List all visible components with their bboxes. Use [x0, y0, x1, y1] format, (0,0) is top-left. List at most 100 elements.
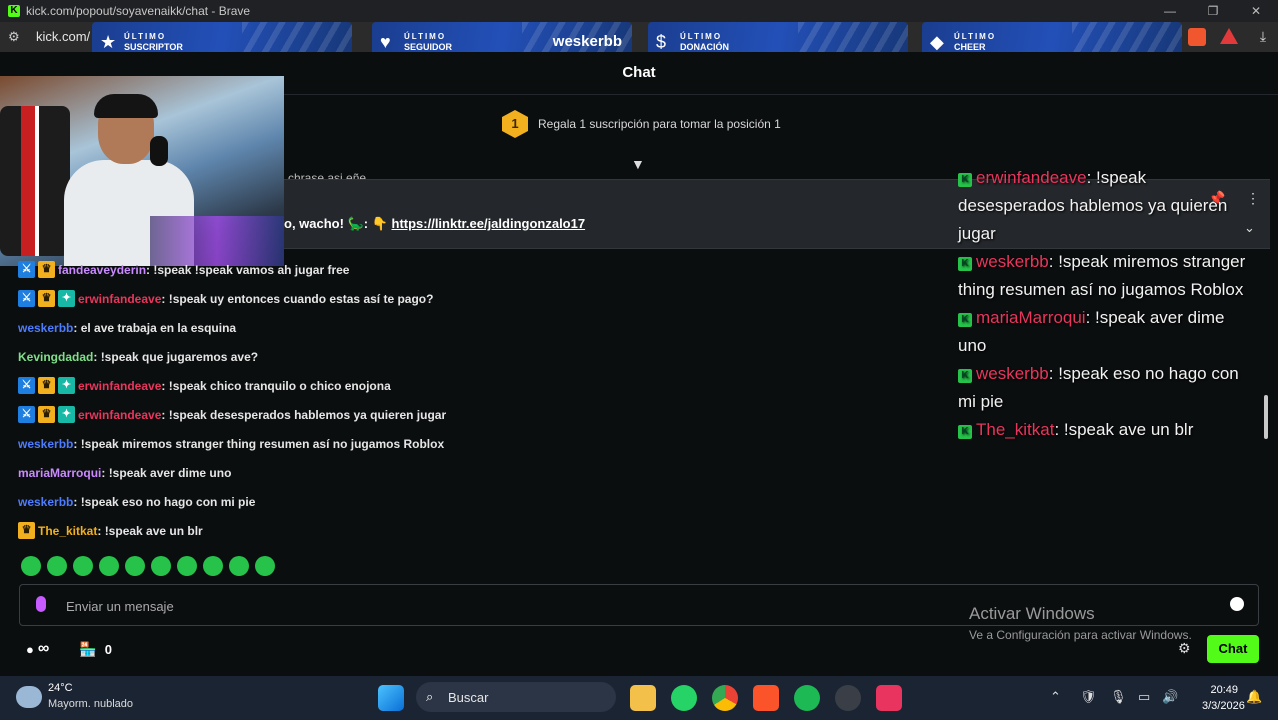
file-explorer-icon[interactable]: [630, 685, 656, 711]
subscriber-badge-icon[interactable]: ✦: [58, 406, 75, 423]
chat-message: mariaMarroqui: !speak aver dime uno: [18, 458, 718, 487]
channel-points-icon[interactable]: ●: [26, 642, 34, 657]
url-field[interactable]: kick.com/: [36, 29, 90, 44]
message-username[interactable]: erwinfandeave: [78, 379, 161, 393]
banner-top-label: ÚLTIMO: [124, 32, 167, 41]
moderator-badge-icon[interactable]: ⚔: [18, 261, 35, 278]
taskbar-search[interactable]: ⌕ Buscar: [416, 682, 616, 712]
weather-widget[interactable]: 24°C Mayorm. nublado: [16, 682, 133, 710]
microphone: [150, 136, 168, 166]
chat-message-list: ⚔ ♛ fandeaveyderin: !speak !speak vamos ah…: [18, 255, 718, 545]
search-icon: ⌕: [426, 689, 434, 704]
microphone-icon[interactable]: [36, 596, 46, 612]
message-text: : !speak desesperados hablemos ya quiere…: [161, 407, 447, 422]
search-label: Buscar: [448, 690, 489, 705]
emote-icon[interactable]: [125, 556, 145, 576]
emote-icon[interactable]: [21, 556, 41, 576]
message-username[interactable]: weskerbb: [18, 437, 73, 451]
windows-activation-watermark: Activar Windows Ve a Configuración para …: [969, 604, 1192, 642]
banner-top-label: ÚLTIMO: [954, 32, 997, 41]
crown-badge-icon[interactable]: ♛: [38, 377, 55, 394]
download-icon[interactable]: ⤓: [1254, 28, 1272, 46]
microphone-tray-icon[interactable]: 🎙: [1110, 689, 1127, 705]
message-username[interactable]: The_kitkat: [38, 524, 97, 538]
pinned-link[interactable]: https://linktr.ee/jaldingonzalo17: [392, 216, 586, 231]
emote-quick-bar: [21, 556, 281, 576]
chat-message: weskerbb: !speak eso no hago con mi pie: [18, 487, 718, 516]
overlay-message: KmariaMarroqui: !speak aver dime uno: [958, 304, 1248, 360]
notifications-icon[interactable]: 🔔: [1246, 689, 1262, 705]
windows-taskbar: 24°C Mayorm. nublado ⌕ Buscar ⌃ 🛡 🎙 ▭ 🔊 …: [0, 676, 1278, 720]
headphones: [94, 94, 158, 118]
message-username[interactable]: Kevingdadad: [18, 350, 93, 364]
pinned-prefix: o, wacho! 🦕: 👇: [284, 216, 392, 231]
overlay-message: Kweskerbb: !speak miremos stranger thing…: [958, 248, 1248, 304]
message-username[interactable]: mariaMarroqui: [18, 466, 101, 480]
restore-button[interactable]: ❐: [1193, 0, 1233, 22]
message-username[interactable]: weskerbb: [18, 495, 73, 509]
close-button[interactable]: ✕: [1236, 0, 1276, 22]
network-icon[interactable]: ▭: [1138, 689, 1150, 705]
minimize-button[interactable]: —: [1150, 0, 1190, 22]
crown-badge-icon[interactable]: ♛: [18, 522, 35, 539]
message-username[interactable]: weskerbb: [18, 321, 73, 335]
overlay-username: The_kitkat: [976, 420, 1055, 439]
subscriber-badge-icon[interactable]: ✦: [58, 290, 75, 307]
windows-start-icon[interactable]: [378, 685, 404, 711]
moderator-badge-icon[interactable]: ⚔: [18, 290, 35, 307]
emote-icon[interactable]: [203, 556, 223, 576]
crown-badge-icon[interactable]: ♛: [38, 290, 55, 307]
clock[interactable]: 20:49 3/3/2026: [1202, 684, 1245, 712]
crown-badge-icon[interactable]: ♛: [38, 261, 55, 278]
whatsapp-icon[interactable]: [671, 685, 697, 711]
crown-badge-icon[interactable]: ♛: [38, 406, 55, 423]
activation-title: Activar Windows: [969, 604, 1095, 623]
message-text: : !speak aver dime uno: [101, 465, 232, 480]
subscriber-badge-icon[interactable]: ✦: [58, 377, 75, 394]
message-text: : !speak miremos stranger thing resumen …: [73, 436, 445, 451]
sub-gift-goal[interactable]: 1 Regala 1 suscripción para tomar la pos…: [502, 110, 781, 138]
message-username[interactable]: erwinfandeave: [78, 292, 161, 306]
tiktok-icon[interactable]: [876, 685, 902, 711]
emote-icon[interactable]: [151, 556, 171, 576]
weather-desc: Mayorm. nublado: [48, 698, 133, 710]
emote-icon[interactable]: [99, 556, 119, 576]
send-chat-button[interactable]: Chat: [1207, 635, 1259, 663]
chat-message: ⚔ ♛ fandeaveyderin: !speak !speak vamos ah…: [18, 255, 718, 284]
emote-icon[interactable]: [73, 556, 93, 576]
emote-icon[interactable]: [255, 556, 275, 576]
moderator-badge-icon[interactable]: ⚔: [18, 406, 35, 423]
brave-icon[interactable]: [753, 685, 779, 711]
chat-message: ⚔ ♛ ✦ erwinfandeave: !speak uy entonces cua…: [18, 284, 718, 313]
more-options-icon[interactable]: ⋮: [1246, 190, 1260, 207]
emote-icon[interactable]: [47, 556, 67, 576]
banner-bottom-label: SEGUIDOR: [404, 42, 453, 52]
collapse-icon[interactable]: ▼: [631, 156, 645, 172]
emote-icon[interactable]: [177, 556, 197, 576]
window-title: kick.com/popout/soyavenaikk/chat - Brave: [26, 4, 251, 18]
kick-badge-icon: K: [958, 425, 972, 439]
emoji-picker-icon[interactable]: [1230, 597, 1244, 611]
volume-icon[interactable]: 🔊: [1162, 689, 1178, 705]
obs-icon[interactable]: [835, 685, 861, 711]
defender-icon[interactable]: 🛡: [1080, 689, 1097, 705]
chrome-icon[interactable]: [712, 685, 738, 711]
cloud-icon: [16, 686, 42, 708]
emote-icon[interactable]: [229, 556, 249, 576]
message-text: : !speak !speak vamos ah jugar free: [146, 262, 350, 277]
message-text: : !speak ave un blr: [97, 523, 203, 538]
spotify-icon[interactable]: [794, 685, 820, 711]
message-username[interactable]: fandeaveyderin: [58, 263, 146, 277]
brave-shields-icon[interactable]: [1188, 28, 1206, 46]
chat-message: ♛ The_kitkat: !speak ave un blr: [18, 516, 718, 545]
message-username[interactable]: erwinfandeave: [78, 408, 161, 422]
moderator-badge-icon[interactable]: ⚔: [18, 377, 35, 394]
chevron-up-icon[interactable]: ⌃: [1050, 689, 1061, 705]
stream-chat-overlay: Kerwinfandeave: !speak desesperados habl…: [958, 164, 1248, 444]
chat-settings-icon[interactable]: ⚙: [1178, 640, 1191, 657]
brave-rewards-icon[interactable]: [1220, 28, 1238, 44]
chat-scrollbar[interactable]: [1264, 395, 1268, 439]
site-info-icon[interactable]: ⚙: [8, 29, 20, 45]
kick-badge-icon: K: [958, 369, 972, 383]
store-icon[interactable]: 🏪: [79, 641, 96, 658]
